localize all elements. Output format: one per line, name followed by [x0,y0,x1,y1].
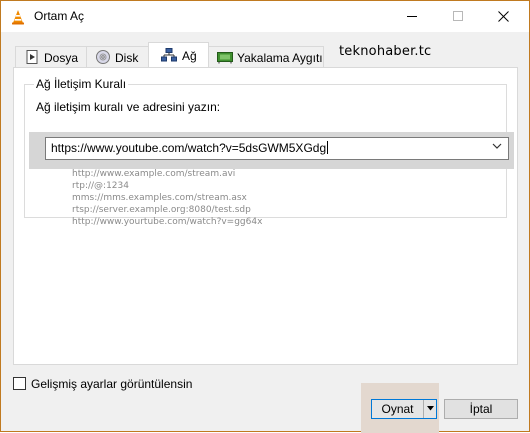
example-url: rtp://@:1234 [72,181,129,191]
network-url-combobox[interactable]: https://www.youtube.com/watch?v=5dsGWM5X… [45,137,509,160]
close-icon [498,11,509,22]
example-url: mms://mms.examples.com/stream.asx [72,193,247,203]
chevron-down-icon[interactable] [492,143,502,150]
title-bar: Ortam Aç [1,1,529,32]
url-examples: http://www.example.com/stream.avi rtp://… [72,168,262,228]
file-icon [26,50,38,64]
example-url: http://www.example.com/stream.avi [72,169,236,179]
play-button[interactable]: Oynat [372,400,423,418]
group-title: Ağ İletişim Kuralı [34,77,129,91]
play-split-button[interactable]: Oynat [371,399,437,419]
advanced-options-checkbox[interactable] [13,377,26,390]
dropdown-arrow-icon[interactable] [427,406,434,411]
close-button[interactable] [481,1,527,32]
url-label: Ağ iletişim kuralı ve adresini yazın: [36,100,221,114]
split-divider [423,400,424,418]
advanced-options-label[interactable]: Gelişmiş ayarlar görüntülensin [31,377,192,391]
minimize-icon [407,16,417,17]
maximize-button [435,1,481,32]
tab-label: Dosya [44,51,79,65]
tab-label: Ağ [182,49,197,63]
tab-yakalama-aygiti[interactable]: Yakalama Aygıtı [208,46,324,67]
network-tab-panel: Ağ İletişim Kuralı Ağ iletişim kuralı ve… [13,67,518,365]
vlc-cone-icon [12,10,24,25]
tab-label: Disk [115,51,139,65]
tab-label: Yakalama Aygıtı [237,51,323,65]
tab-ag[interactable]: Ağ [148,42,209,67]
url-input-value[interactable]: https://www.youtube.com/watch?v=5dsGWM5X… [51,141,329,155]
capture-device-icon [217,52,233,64]
watermark-brand: teknohaber.tc [339,44,432,59]
minimize-button[interactable] [389,1,435,32]
disc-icon [96,50,110,64]
window-title: Ortam Aç [34,9,85,23]
text-cursor [327,141,329,154]
maximize-icon [453,11,463,21]
cancel-button[interactable]: İptal [444,399,518,419]
network-protocol-group: Ağ İletişim Kuralı Ağ iletişim kuralı ve… [24,77,514,227]
tab-disk[interactable]: Disk [86,46,150,67]
open-media-dialog: Ortam Aç Dosya Disk Ağ Yakalama Aygıtı t… [0,0,530,433]
example-url: http://www.yourtube.com/watch?v=gg64x [72,217,263,227]
example-url: rtsp://server.example.org:8080/test.sdp [72,205,251,215]
tab-dosya[interactable]: Dosya [15,46,87,67]
network-icon [161,48,177,62]
